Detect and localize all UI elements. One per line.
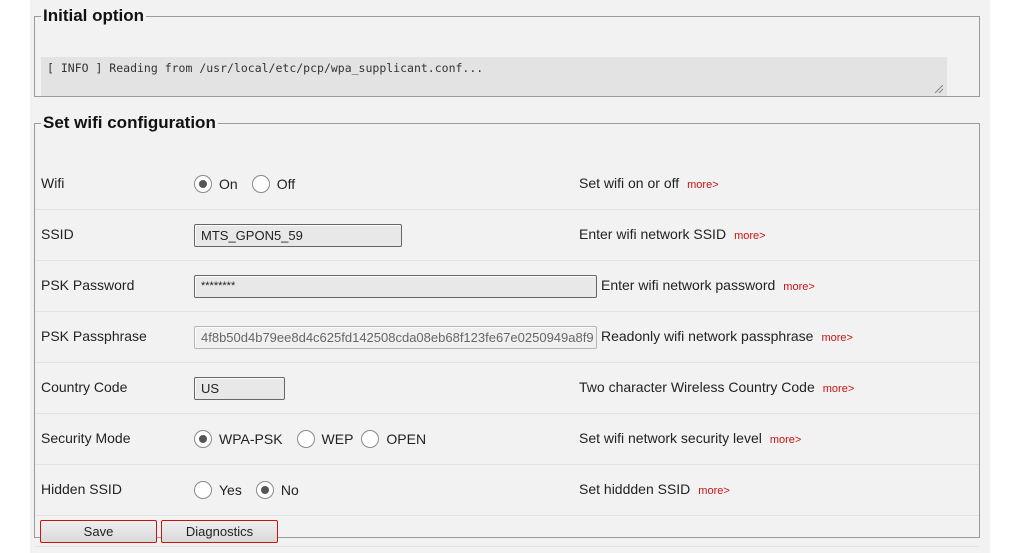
wifi-off-radio[interactable]: [251, 175, 270, 193]
security-mode-label: Security Mode: [41, 430, 131, 446]
wifi-off-text: Off: [276, 176, 296, 192]
country-code-control: US: [194, 363, 285, 413]
security-mode-help-text: Set wifi network security level: [579, 430, 762, 446]
wifi-help-text: Set wifi on or off: [579, 175, 680, 191]
country-code-input[interactable]: US: [194, 376, 285, 400]
buttons-divider: [35, 546, 979, 547]
ssid-more-link[interactable]: more>: [734, 230, 766, 242]
security-open-text: OPEN: [386, 431, 427, 447]
security-mode-help: Set wifi network security level more>: [579, 430, 801, 446]
row-psk-passphrase: PSK Passphrase 4f8b50d4b79ee8d4c625fd142…: [35, 312, 979, 363]
wifi-more-link[interactable]: more>: [687, 179, 719, 191]
ssid-help: Enter wifi network SSID more>: [579, 226, 766, 242]
security-mode-more-link[interactable]: more>: [770, 434, 802, 446]
psk-passphrase-input[interactable]: 4f8b50d4b79ee8d4c625fd142508cda08eb68f12…: [194, 325, 597, 349]
security-mode-radio-group: WPA-PSK WEP OPEN: [194, 414, 440, 464]
save-button[interactable]: Save: [40, 520, 157, 543]
initial-option-legend: Initial option: [43, 6, 145, 25]
country-code-label: Country Code: [41, 379, 128, 395]
hidden-ssid-no-text: No: [280, 482, 299, 498]
row-hidden-ssid: Hidden SSID Yes No Set hiddden SSID more>: [35, 465, 979, 516]
wifi-on-option[interactable]: On: [194, 175, 238, 193]
diagnostics-button[interactable]: Diagnostics: [161, 520, 278, 543]
wifi-on-text: On: [219, 176, 238, 192]
hidden-ssid-more-link[interactable]: more>: [698, 485, 730, 497]
country-code-help: Two character Wireless Country Code more>: [579, 379, 854, 395]
psk-password-input[interactable]: ********: [194, 274, 597, 298]
ssid-control: MTS_GPON5_59: [194, 210, 402, 260]
psk-passphrase-help-text: Readonly wifi network passphrase: [601, 328, 814, 344]
psk-passphrase-help: Readonly wifi network passphrase more>: [601, 328, 853, 344]
hidden-ssid-yes-radio[interactable]: [194, 481, 212, 499]
wifi-config-fieldset: Set wifi configuration Wifi On Off Set w…: [34, 113, 980, 547]
security-open-radio[interactable]: [361, 430, 380, 448]
log-textarea[interactable]: [ INFO ] Reading from /usr/local/etc/pcp…: [41, 57, 947, 96]
initial-option-fieldset: Initial option [ INFO ] Reading from /us…: [34, 6, 980, 97]
hidden-ssid-no-radio[interactable]: [255, 481, 274, 499]
psk-passphrase-label: PSK Passphrase: [41, 328, 147, 344]
security-wep-radio[interactable]: [296, 430, 315, 448]
ssid-label: SSID: [41, 226, 74, 242]
psk-passphrase-control: 4f8b50d4b79ee8d4c625fd142508cda08eb68f12…: [194, 312, 597, 362]
psk-password-label: PSK Password: [41, 277, 135, 293]
security-open-option[interactable]: OPEN: [361, 430, 426, 448]
row-wifi: Wifi On Off Set wifi on or off more>: [35, 159, 979, 210]
row-country-code: Country Code US Two character Wireless C…: [35, 363, 979, 414]
wifi-on-radio[interactable]: [194, 175, 212, 193]
psk-password-help: Enter wifi network password more>: [601, 277, 815, 293]
wifi-radio-group: On Off: [194, 159, 309, 209]
country-code-more-link[interactable]: more>: [823, 383, 855, 395]
row-ssid: SSID MTS_GPON5_59 Enter wifi network SSI…: [35, 210, 979, 261]
psk-password-more-link[interactable]: more>: [783, 281, 815, 293]
security-wep-text: WEP: [321, 431, 354, 447]
psk-password-help-text: Enter wifi network password: [601, 277, 776, 293]
security-wpa-psk-radio[interactable]: [194, 430, 212, 448]
row-psk-password: PSK Password ******** Enter wifi network…: [35, 261, 979, 312]
hidden-ssid-label: Hidden SSID: [41, 481, 122, 497]
wifi-off-option[interactable]: Off: [251, 175, 296, 193]
hidden-ssid-help: Set hiddden SSID more>: [579, 481, 730, 497]
wifi-label: Wifi: [41, 175, 65, 191]
hidden-ssid-no-option[interactable]: No: [255, 481, 299, 499]
security-wpa-psk-option[interactable]: WPA-PSK: [194, 430, 283, 448]
hidden-ssid-radio-group: Yes No: [194, 465, 313, 515]
wifi-config-legend: Set wifi configuration: [43, 113, 216, 132]
row-security-mode: Security Mode WPA-PSK WEP OPEN Set wifi …: [35, 414, 979, 465]
hidden-ssid-yes-option[interactable]: Yes: [194, 481, 242, 499]
hidden-ssid-yes-text: Yes: [219, 482, 242, 498]
wifi-help: Set wifi on or off more>: [579, 175, 719, 191]
ssid-help-text: Enter wifi network SSID: [579, 226, 727, 242]
security-wpa-psk-text: WPA-PSK: [219, 431, 283, 447]
ssid-input[interactable]: MTS_GPON5_59: [194, 223, 402, 247]
hidden-ssid-help-text: Set hiddden SSID: [579, 481, 691, 497]
psk-passphrase-more-link[interactable]: more>: [821, 332, 853, 344]
security-wep-option[interactable]: WEP: [296, 430, 354, 448]
psk-password-control: ********: [194, 261, 597, 311]
country-code-help-text: Two character Wireless Country Code: [579, 379, 815, 395]
